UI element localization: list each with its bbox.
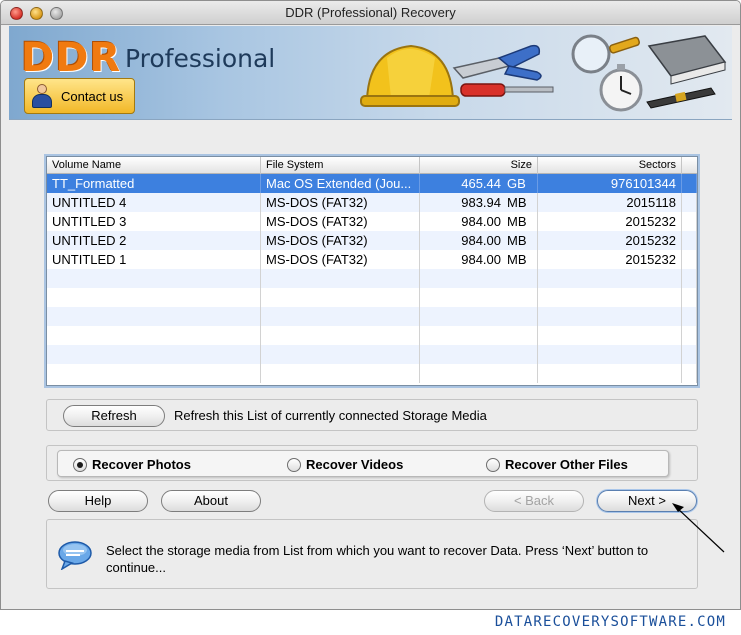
radio-label: Recover Photos [92,457,191,472]
cell-sectors: 2015232 [538,250,682,269]
cell-file-system: MS-DOS (FAT32) [261,250,420,269]
footer-website-link[interactable]: DATARECOVERYSOFTWARE.COM [495,614,726,630]
size-value: 983.94 [461,195,501,210]
table-row[interactable]: UNTITLED 1 MS-DOS (FAT32) 984.00 MB 20152… [47,250,697,269]
radio-unselected-icon[interactable] [287,457,301,472]
radio-unselected-icon[interactable] [486,457,500,472]
cell-volume-name: UNTITLED 1 [47,250,261,269]
size-unit: MB [507,195,527,210]
cell-volume-name: UNTITLED 4 [47,193,261,212]
radio-label: Recover Videos [306,457,404,472]
refresh-panel: Refresh Refresh this List of currently c… [46,399,698,431]
cell-sectors: 2015118 [538,193,682,212]
pliers-icon [452,44,542,81]
size-unit: MB [507,252,527,267]
cell-file-system: MS-DOS (FAT32) [261,212,420,231]
magnifier-icon [571,34,640,74]
column-header-sectors[interactable]: Sectors [538,157,682,174]
contact-us-label: Contact us [61,88,124,104]
table-header: Volume Name File System Size Sectors [47,157,697,174]
cell-sectors: 2015232 [538,212,682,231]
size-value: 465.44 [461,176,501,191]
empty-row [47,307,697,326]
size-unit: GB [507,176,526,191]
header-banner: DDR Professional Contact us [9,26,732,120]
info-message: Select the storage media from List from … [106,543,649,575]
column-header-size[interactable]: Size [420,157,538,174]
app-window: DDR (Professional) Recovery DDR Professi… [0,0,741,610]
radio-recover-other-files[interactable]: Recover Other Files [486,457,628,472]
cell-sectors: 976101344 [538,174,682,193]
empty-row [47,345,697,364]
tools-illustration-icon [360,34,727,112]
title-bar[interactable]: DDR (Professional) Recovery [1,1,740,25]
size-value: 984.00 [461,233,501,248]
cell-file-system: Mac OS Extended (Jou... [261,174,420,193]
hard-hat-icon [360,44,460,107]
cell-volume-name: UNTITLED 2 [47,231,261,250]
cell-size: 465.44 GB [420,174,538,193]
cell-volume-name: UNTITLED 3 [47,212,261,231]
book-icon [647,35,727,85]
screwdriver-icon [460,83,554,97]
help-button[interactable]: Help [48,490,148,512]
cell-size: 984.00 MB [420,212,538,231]
logo-professional: Professional [125,44,276,73]
table-row[interactable]: TT_Formatted Mac OS Extended (Jou... 465… [47,174,697,193]
table-row[interactable]: UNTITLED 3 MS-DOS (FAT32) 984.00 MB 20152… [47,212,697,231]
stopwatch-icon [599,64,643,112]
window-title: DDR (Professional) Recovery [285,5,456,20]
pen-icon [646,87,716,109]
radio-recover-videos[interactable]: Recover Videos [287,457,403,472]
contact-us-button[interactable]: Contact us [24,78,135,114]
info-panel: Select the storage media from List from … [46,519,698,589]
cell-sectors: 2015232 [538,231,682,250]
refresh-button[interactable]: Refresh [63,405,165,427]
person-icon [31,83,53,109]
empty-row [47,326,697,345]
table-body: TT_Formatted Mac OS Extended (Jou... 465… [47,174,697,383]
cell-spacer [682,212,697,231]
radio-recover-photos[interactable]: Recover Photos [73,457,191,472]
next-button[interactable]: Next > [597,490,697,512]
size-value: 984.00 [461,252,501,267]
refresh-description: Refresh this List of currently connected… [174,408,487,423]
cell-spacer [682,174,697,193]
column-header-file-system[interactable]: File System [261,157,420,174]
recovery-mode-panel: Recover Photos Recover Videos Recover Ot… [46,445,698,481]
size-unit: MB [507,233,527,248]
speech-bubble-icon [58,541,92,570]
size-unit: MB [507,214,527,229]
cell-size: 984.00 MB [420,231,538,250]
column-header-volume-name[interactable]: Volume Name [47,157,261,174]
empty-row [47,364,697,383]
about-button[interactable]: About [161,490,261,512]
empty-row [47,269,697,288]
empty-row [47,288,697,307]
cell-file-system: MS-DOS (FAT32) [261,231,420,250]
table-row[interactable]: UNTITLED 2 MS-DOS (FAT32) 984.00 MB 20152… [47,231,697,250]
cell-size: 984.00 MB [420,250,538,269]
volume-table[interactable]: Volume Name File System Size Sectors TT_… [46,156,698,386]
radio-selected-icon[interactable] [73,457,87,472]
radio-label: Recover Other Files [505,457,628,472]
recovery-mode-group: Recover Photos Recover Videos Recover Ot… [57,450,669,477]
column-header-spacer [682,157,697,174]
cell-size: 983.94 MB [420,193,538,212]
cell-volume-name: TT_Formatted [47,174,261,193]
back-button[interactable]: < Back [484,490,584,512]
cell-file-system: MS-DOS (FAT32) [261,193,420,212]
size-value: 984.00 [461,214,501,229]
cell-spacer [682,231,697,250]
logo-ddr: DDR [21,35,122,81]
table-row[interactable]: UNTITLED 4 MS-DOS (FAT32) 983.94 MB 20151… [47,193,697,212]
cell-spacer [682,250,697,269]
cell-spacer [682,193,697,212]
